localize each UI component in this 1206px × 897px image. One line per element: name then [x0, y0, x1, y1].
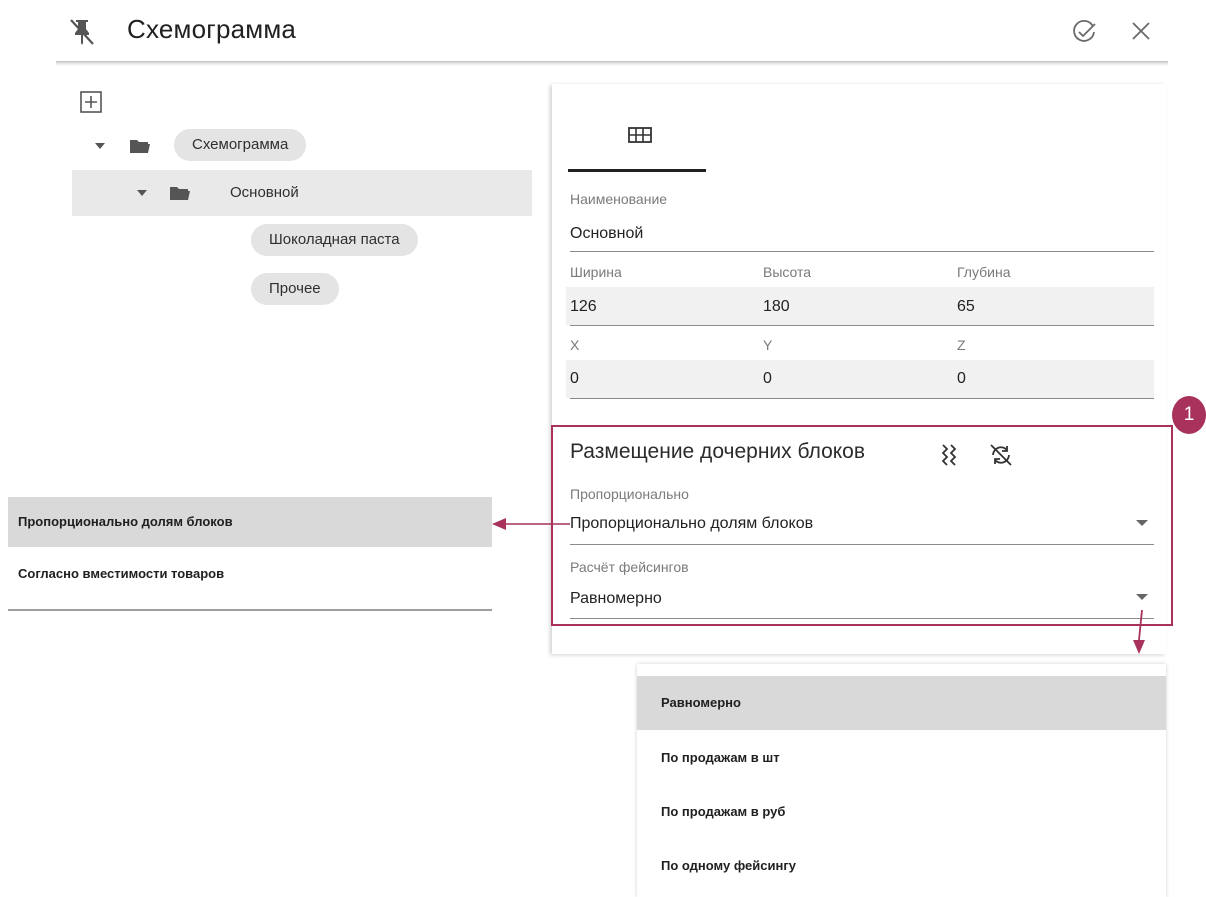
menu-item-proportional[interactable]: Пропорционально долям блоков [8, 497, 492, 547]
proportional-label: Пропорционально [570, 486, 689, 502]
y-input[interactable]: 0 [763, 370, 772, 388]
add-box-icon[interactable] [80, 91, 102, 113]
height-input[interactable]: 180 [763, 298, 790, 316]
menu-item-sales-rub[interactable]: По продажам в руб [637, 785, 1166, 839]
facing-underline [570, 618, 1154, 619]
proportional-select[interactable]: Пропорционально долям блоков [570, 515, 813, 533]
x-label: X [570, 337, 580, 353]
chevron-down-icon[interactable] [95, 143, 105, 149]
sync-disabled-icon[interactable] [988, 443, 1014, 467]
pin-off-icon[interactable] [70, 18, 94, 46]
folder-open-icon [130, 140, 150, 153]
tree-node-label[interactable]: Основной [230, 177, 299, 209]
menu-item-capacity[interactable]: Согласно вместимости товаров [8, 549, 492, 599]
tree-node-child[interactable]: Основной [132, 177, 392, 209]
chevron-down-icon[interactable] [1136, 594, 1148, 600]
header-divider [56, 61, 1168, 66]
tree-leaf-chocolate[interactable]: Шоколадная паста [251, 224, 418, 256]
callout-arrow-left [492, 518, 570, 530]
name-input[interactable]: Основной [570, 225, 643, 243]
menu-item-one-facing[interactable]: По одному фейсингу [637, 839, 1166, 893]
menu-item-uniform[interactable]: Равномерно [637, 676, 1166, 730]
placement-section-title: Размещение дочерних блоков [570, 440, 866, 463]
check-circle-icon[interactable] [1070, 18, 1098, 46]
page-title: Схемограмма [127, 14, 297, 44]
proportional-options-menu: Пропорционально долям блоков Согласно вм… [8, 497, 492, 611]
tree-node-label[interactable]: Схемограмма [174, 129, 307, 161]
width-input[interactable]: 126 [570, 298, 597, 316]
chevron-down-icon[interactable] [137, 190, 147, 196]
y-label: Y [763, 337, 773, 353]
facing-options-menu: Равномерно По продажам в шт По продажам … [637, 664, 1166, 897]
dimensions-field-bg [566, 287, 1154, 325]
menu-item-sales-units[interactable]: По продажам в шт [637, 731, 1166, 785]
name-label: Наименование [570, 191, 668, 207]
close-icon[interactable] [1129, 19, 1153, 43]
coords-field-bg [566, 360, 1154, 398]
facing-label: Расчёт фейсингов [570, 559, 689, 575]
tree-node-root[interactable]: Схемограмма [90, 128, 350, 162]
proportional-underline [570, 544, 1154, 545]
tab-active-indicator [568, 169, 706, 172]
width-label: Ширина [570, 264, 622, 280]
coords-underline [570, 398, 1154, 399]
callout-arrow-down [1133, 610, 1145, 654]
tree-leaf-other[interactable]: Прочее [251, 273, 339, 305]
folder-open-icon [170, 187, 190, 200]
chevron-down-icon[interactable] [1136, 520, 1148, 526]
z-input[interactable]: 0 [957, 370, 966, 388]
callout-number-badge: 1 [1172, 396, 1206, 434]
name-underline [570, 251, 1154, 252]
dimensions-underline [570, 325, 1154, 326]
depth-input[interactable]: 65 [957, 298, 975, 316]
z-label: Z [957, 337, 966, 353]
distribute-vertical-icon[interactable] [940, 443, 960, 467]
height-label: Высота [763, 264, 812, 280]
x-input[interactable]: 0 [570, 370, 579, 388]
facing-select[interactable]: Равномерно [570, 590, 662, 608]
table-layout-icon[interactable] [624, 124, 656, 146]
depth-label: Глубина [957, 264, 1011, 280]
